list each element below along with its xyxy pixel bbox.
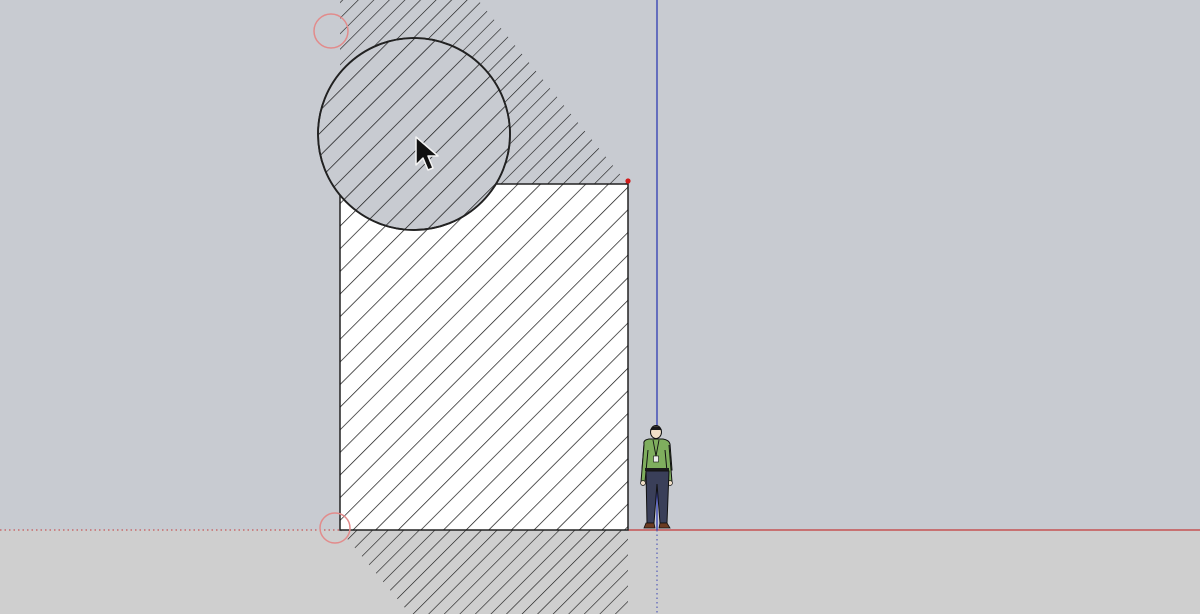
rectangle-face-hatch	[340, 184, 628, 530]
modeling-viewport[interactable]	[0, 0, 1200, 614]
endpoint-icon[interactable]	[625, 178, 631, 184]
circle-face-hatch	[318, 38, 510, 230]
